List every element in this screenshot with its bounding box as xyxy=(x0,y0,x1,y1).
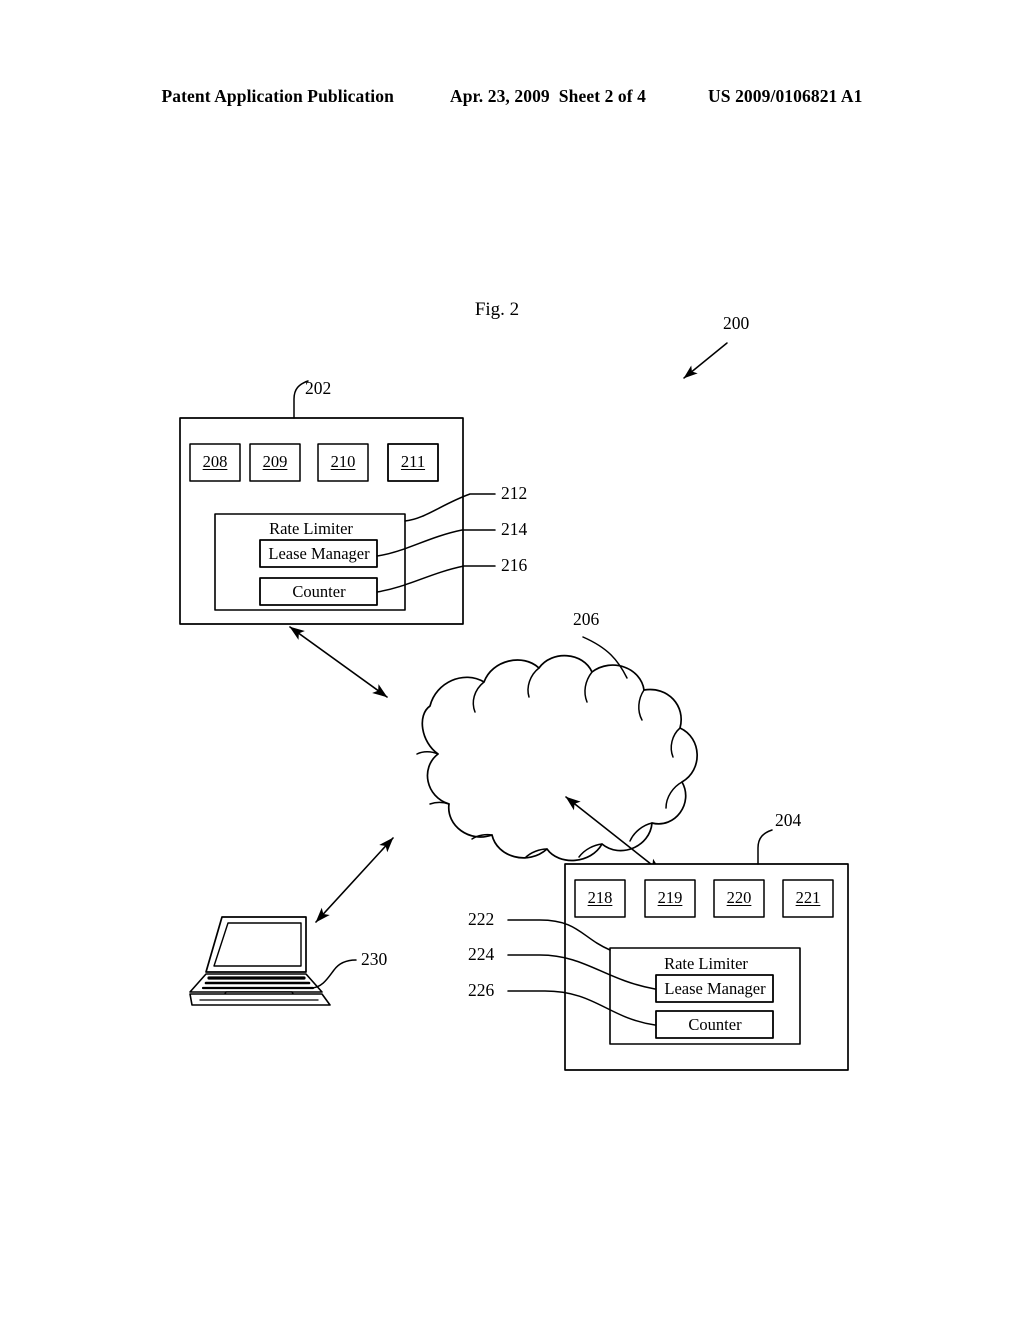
server-b-unit-219: 219 xyxy=(657,888,683,907)
server-b-unit-220: 220 xyxy=(726,888,752,907)
ref-number-206: 206 xyxy=(573,609,600,629)
server-a-rate-limiter-label: Rate Limiter xyxy=(269,519,353,538)
ref-number-200: 200 xyxy=(723,313,750,333)
server-a-unit-211: 211 xyxy=(400,452,426,471)
figure-drawing xyxy=(179,342,849,1071)
leader-200 xyxy=(683,342,728,379)
server-a-unit-209: 209 xyxy=(262,452,288,471)
ref-number-216: 216 xyxy=(501,555,528,575)
network-cloud-shape xyxy=(421,654,698,862)
server-a-unit-210: 210 xyxy=(330,452,356,471)
laptop-icon-shape xyxy=(189,916,331,1006)
patent-figure: Fig. 2 200 202 208 209 210 211 Rate Limi… xyxy=(0,0,1024,1320)
ref-number-222: 222 xyxy=(468,909,495,929)
ref-number-226: 226 xyxy=(468,980,495,1000)
ref-number-212: 212 xyxy=(501,483,528,503)
server-b-rate-limiter-label: Rate Limiter xyxy=(664,954,748,973)
ref-number-214: 214 xyxy=(501,519,528,539)
figure-title: Fig. 2 xyxy=(474,299,520,320)
link-client-to-cloud xyxy=(315,837,394,923)
ref-number-230: 230 xyxy=(361,949,388,969)
server-b-unit-221: 221 xyxy=(795,888,821,907)
link-server-a-to-cloud xyxy=(289,626,388,698)
server-b-lease-manager-label: Lease Manager xyxy=(664,979,766,998)
server-a-counter-label: Counter xyxy=(292,582,346,601)
server-a-unit-208: 208 xyxy=(202,452,228,471)
leader-230 xyxy=(310,959,357,989)
ref-number-204: 204 xyxy=(775,810,802,830)
ref-number-224: 224 xyxy=(468,944,495,964)
server-a-lease-manager-label: Lease Manager xyxy=(268,544,370,563)
leader-204 xyxy=(757,829,773,865)
ref-number-202: 202 xyxy=(305,378,332,398)
server-b-unit-218: 218 xyxy=(587,888,613,907)
server-b-counter-label: Counter xyxy=(688,1015,742,1034)
